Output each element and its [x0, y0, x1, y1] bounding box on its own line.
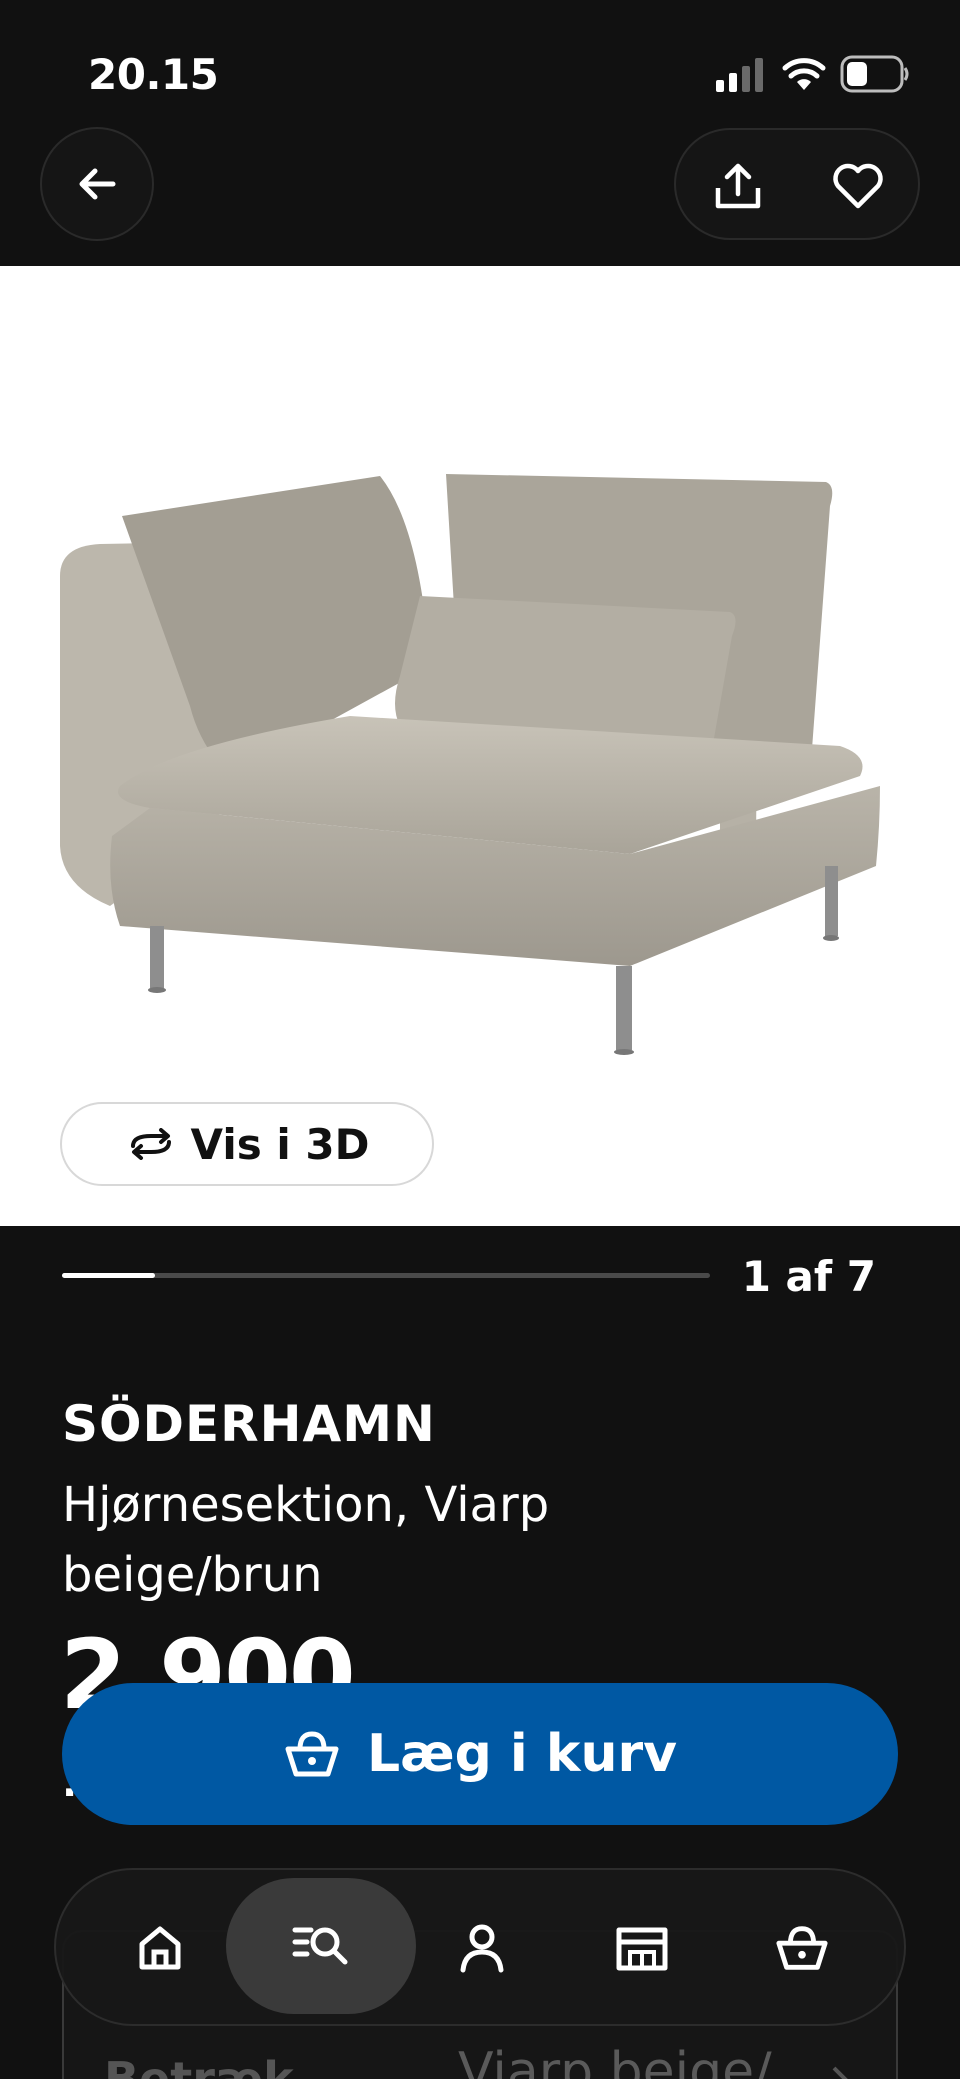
bottom-navigation	[54, 1868, 906, 2026]
product-description: Hjørnesektion, Viarp beige/brun	[62, 1477, 550, 1603]
nav-profile[interactable]	[422, 1888, 542, 2008]
back-button[interactable]	[40, 127, 154, 241]
battery-icon	[840, 55, 909, 93]
rotate-3d-icon	[130, 1128, 171, 1160]
home-icon	[139, 1926, 181, 1970]
share-icon	[715, 163, 761, 209]
chevron-right-icon	[832, 2066, 848, 2079]
details-value: Viarp beige/	[458, 2042, 772, 2079]
store-icon	[616, 1927, 668, 1971]
arrow-left-icon	[79, 168, 116, 200]
favourite-button[interactable]	[816, 144, 900, 228]
nav-stores[interactable]	[582, 1888, 702, 2008]
profile-icon	[460, 1924, 504, 1973]
nav-cart[interactable]	[742, 1888, 862, 2008]
share-button[interactable]	[696, 144, 780, 228]
nav-search[interactable]	[226, 1878, 416, 2014]
product-name: SÖDERHAMN	[62, 1395, 436, 1453]
status-time: 20.15	[88, 50, 219, 99]
heart-icon	[833, 163, 883, 209]
details-label: Betræk	[104, 2052, 294, 2079]
product-image	[60, 474, 880, 1055]
wifi-icon	[782, 58, 826, 90]
cellular-signal-icon	[716, 58, 763, 92]
basket-icon	[285, 1731, 339, 1777]
status-bar: 20.15	[0, 0, 960, 130]
view-3d-button[interactable]: Vis i 3D	[60, 1102, 434, 1186]
add-to-cart-button[interactable]: Læg i kurv	[62, 1683, 898, 1825]
gallery-progress-bar	[62, 1273, 710, 1278]
product-image-gallery[interactable]: Vis i 3D	[0, 266, 960, 1226]
add-to-cart-label: Læg i kurv	[366, 1724, 678, 1784]
basket-icon	[776, 1926, 828, 1970]
gallery-progress-fill	[62, 1273, 155, 1278]
image-counter: 1 af 7	[741, 1252, 876, 1301]
view-3d-label: Vis i 3D	[190, 1119, 370, 1169]
search-list-icon	[292, 1927, 348, 1965]
nav-home[interactable]	[100, 1888, 220, 2008]
actions-pill	[674, 128, 920, 240]
product-page: 20.15 Vis i 3D 1 af 7 SÖDERHAMN Hjørnese…	[0, 0, 960, 2079]
